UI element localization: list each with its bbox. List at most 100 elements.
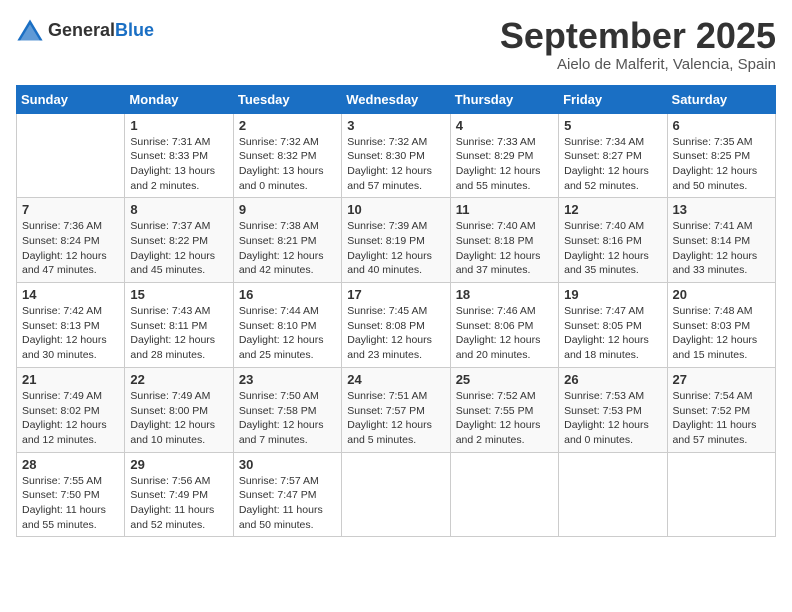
day-info: Sunrise: 7:33 AMSunset: 8:29 PMDaylight:… bbox=[456, 135, 553, 194]
day-info: Sunrise: 7:50 AMSunset: 7:58 PMDaylight:… bbox=[239, 389, 336, 448]
weekday-header-thursday: Thursday bbox=[450, 85, 558, 113]
day-info: Sunrise: 7:57 AMSunset: 7:47 PMDaylight:… bbox=[239, 474, 336, 533]
calendar-cell: 30 Sunrise: 7:57 AMSunset: 7:47 PMDayligh… bbox=[233, 452, 341, 537]
day-info: Sunrise: 7:56 AMSunset: 7:49 PMDaylight:… bbox=[130, 474, 227, 533]
day-info: Sunrise: 7:42 AMSunset: 8:13 PMDaylight:… bbox=[22, 304, 119, 363]
day-number: 2 bbox=[239, 118, 336, 133]
day-number: 1 bbox=[130, 118, 227, 133]
calendar-cell: 27 Sunrise: 7:54 AMSunset: 7:52 PMDayligh… bbox=[667, 367, 775, 452]
week-row-3: 14 Sunrise: 7:42 AMSunset: 8:13 PMDayligh… bbox=[17, 283, 776, 368]
calendar-cell: 10 Sunrise: 7:39 AMSunset: 8:19 PMDayligh… bbox=[342, 198, 450, 283]
day-number: 22 bbox=[130, 372, 227, 387]
day-number: 10 bbox=[347, 202, 444, 217]
day-info: Sunrise: 7:43 AMSunset: 8:11 PMDaylight:… bbox=[130, 304, 227, 363]
location-title: Aielo de Malferit, Valencia, Spain bbox=[500, 56, 776, 73]
week-row-2: 7Sunrise: 7:36 AMSunset: 8:24 PMDaylight… bbox=[17, 198, 776, 283]
day-info: Sunrise: 7:47 AMSunset: 8:05 PMDaylight:… bbox=[564, 304, 661, 363]
day-info: Sunrise: 7:46 AMSunset: 8:06 PMDaylight:… bbox=[456, 304, 553, 363]
day-number: 11 bbox=[456, 202, 553, 217]
calendar-cell bbox=[667, 452, 775, 537]
day-number: 24 bbox=[347, 372, 444, 387]
day-number: 15 bbox=[130, 287, 227, 302]
day-info: Sunrise: 7:49 AMSunset: 8:02 PMDaylight:… bbox=[22, 389, 119, 448]
day-info: Sunrise: 7:53 AMSunset: 7:53 PMDaylight:… bbox=[564, 389, 661, 448]
day-info: Sunrise: 7:41 AMSunset: 8:14 PMDaylight:… bbox=[673, 219, 770, 278]
weekday-header-sunday: Sunday bbox=[17, 85, 125, 113]
day-info: Sunrise: 7:52 AMSunset: 7:55 PMDaylight:… bbox=[456, 389, 553, 448]
day-info: Sunrise: 7:40 AMSunset: 8:16 PMDaylight:… bbox=[564, 219, 661, 278]
day-number: 14 bbox=[22, 287, 119, 302]
calendar-cell bbox=[17, 113, 125, 198]
calendar-cell: 8Sunrise: 7:37 AMSunset: 8:22 PMDaylight… bbox=[125, 198, 233, 283]
day-number: 16 bbox=[239, 287, 336, 302]
day-info: Sunrise: 7:44 AMSunset: 8:10 PMDaylight:… bbox=[239, 304, 336, 363]
day-number: 12 bbox=[564, 202, 661, 217]
logo-text-blue: Blue bbox=[115, 20, 154, 40]
day-number: 26 bbox=[564, 372, 661, 387]
day-info: Sunrise: 7:40 AMSunset: 8:18 PMDaylight:… bbox=[456, 219, 553, 278]
calendar-cell bbox=[559, 452, 667, 537]
day-number: 25 bbox=[456, 372, 553, 387]
calendar-cell: 24 Sunrise: 7:51 AMSunset: 7:57 PMDayligh… bbox=[342, 367, 450, 452]
weekday-header-tuesday: Tuesday bbox=[233, 85, 341, 113]
day-info: Sunrise: 7:51 AMSunset: 7:57 PMDaylight:… bbox=[347, 389, 444, 448]
day-number: 27 bbox=[673, 372, 770, 387]
day-number: 28 bbox=[22, 457, 119, 472]
day-info: Sunrise: 7:31 AMSunset: 8:33 PMDaylight:… bbox=[130, 135, 227, 194]
day-number: 17 bbox=[347, 287, 444, 302]
calendar-table: SundayMondayTuesdayWednesdayThursdayFrid… bbox=[16, 85, 776, 538]
day-info: Sunrise: 7:34 AMSunset: 8:27 PMDaylight:… bbox=[564, 135, 661, 194]
calendar-cell bbox=[342, 452, 450, 537]
day-info: Sunrise: 7:39 AMSunset: 8:19 PMDaylight:… bbox=[347, 219, 444, 278]
weekday-header-wednesday: Wednesday bbox=[342, 85, 450, 113]
calendar-cell: 3Sunrise: 7:32 AMSunset: 8:30 PMDaylight… bbox=[342, 113, 450, 198]
day-number: 21 bbox=[22, 372, 119, 387]
calendar-cell: 18 Sunrise: 7:46 AMSunset: 8:06 PMDayligh… bbox=[450, 283, 558, 368]
day-number: 19 bbox=[564, 287, 661, 302]
calendar-cell: 23Sunrise: 7:50 AMSunset: 7:58 PMDayligh… bbox=[233, 367, 341, 452]
calendar-cell: 25 Sunrise: 7:52 AMSunset: 7:55 PMDayligh… bbox=[450, 367, 558, 452]
day-number: 30 bbox=[239, 457, 336, 472]
day-info: Sunrise: 7:55 AMSunset: 7:50 PMDaylight:… bbox=[22, 474, 119, 533]
day-info: Sunrise: 7:36 AMSunset: 8:24 PMDaylight:… bbox=[22, 219, 119, 278]
month-title: September 2025 bbox=[500, 16, 776, 56]
day-number: 18 bbox=[456, 287, 553, 302]
day-number: 8 bbox=[130, 202, 227, 217]
day-number: 6 bbox=[673, 118, 770, 133]
calendar-cell: 4Sunrise: 7:33 AMSunset: 8:29 PMDaylight… bbox=[450, 113, 558, 198]
calendar-cell: 29Sunrise: 7:56 AMSunset: 7:49 PMDayligh… bbox=[125, 452, 233, 537]
page-header: GeneralBlue September 2025 Aielo de Malf… bbox=[16, 16, 776, 73]
weekday-header-row: SundayMondayTuesdayWednesdayThursdayFrid… bbox=[17, 85, 776, 113]
day-info: Sunrise: 7:54 AMSunset: 7:52 PMDaylight:… bbox=[673, 389, 770, 448]
calendar-cell: 16 Sunrise: 7:44 AMSunset: 8:10 PMDayligh… bbox=[233, 283, 341, 368]
weekday-header-saturday: Saturday bbox=[667, 85, 775, 113]
day-number: 20 bbox=[673, 287, 770, 302]
calendar-cell: 13 Sunrise: 7:41 AMSunset: 8:14 PMDayligh… bbox=[667, 198, 775, 283]
week-row-5: 28 Sunrise: 7:55 AMSunset: 7:50 PMDayligh… bbox=[17, 452, 776, 537]
logo-text-general: General bbox=[48, 20, 115, 40]
weekday-header-monday: Monday bbox=[125, 85, 233, 113]
week-row-1: 1 Sunrise: 7:31 AMSunset: 8:33 PMDaylight… bbox=[17, 113, 776, 198]
calendar-cell: 15 Sunrise: 7:43 AMSunset: 8:11 PMDayligh… bbox=[125, 283, 233, 368]
calendar-cell: 17 Sunrise: 7:45 AMSunset: 8:08 PMDayligh… bbox=[342, 283, 450, 368]
calendar-cell: 12 Sunrise: 7:40 AMSunset: 8:16 PMDayligh… bbox=[559, 198, 667, 283]
day-info: Sunrise: 7:45 AMSunset: 8:08 PMDaylight:… bbox=[347, 304, 444, 363]
calendar-cell: 9 Sunrise: 7:38 AMSunset: 8:21 PMDaylight… bbox=[233, 198, 341, 283]
calendar-cell: 7Sunrise: 7:36 AMSunset: 8:24 PMDaylight… bbox=[17, 198, 125, 283]
calendar-cell: 19 Sunrise: 7:47 AMSunset: 8:05 PMDayligh… bbox=[559, 283, 667, 368]
day-info: Sunrise: 7:49 AMSunset: 8:00 PMDaylight:… bbox=[130, 389, 227, 448]
calendar-cell: 20 Sunrise: 7:48 AMSunset: 8:03 PMDayligh… bbox=[667, 283, 775, 368]
logo-icon bbox=[16, 16, 44, 44]
calendar-cell bbox=[450, 452, 558, 537]
day-info: Sunrise: 7:48 AMSunset: 8:03 PMDaylight:… bbox=[673, 304, 770, 363]
logo: GeneralBlue bbox=[16, 16, 154, 44]
calendar-cell: 22 Sunrise: 7:49 AMSunset: 8:00 PMDayligh… bbox=[125, 367, 233, 452]
calendar-cell: 28 Sunrise: 7:55 AMSunset: 7:50 PMDayligh… bbox=[17, 452, 125, 537]
calendar-cell: 26 Sunrise: 7:53 AMSunset: 7:53 PMDayligh… bbox=[559, 367, 667, 452]
calendar-cell: 6Sunrise: 7:35 AMSunset: 8:25 PMDaylight… bbox=[667, 113, 775, 198]
calendar-cell: 1 Sunrise: 7:31 AMSunset: 8:33 PMDaylight… bbox=[125, 113, 233, 198]
day-number: 9 bbox=[239, 202, 336, 217]
weekday-header-friday: Friday bbox=[559, 85, 667, 113]
day-info: Sunrise: 7:38 AMSunset: 8:21 PMDaylight:… bbox=[239, 219, 336, 278]
day-number: 13 bbox=[673, 202, 770, 217]
